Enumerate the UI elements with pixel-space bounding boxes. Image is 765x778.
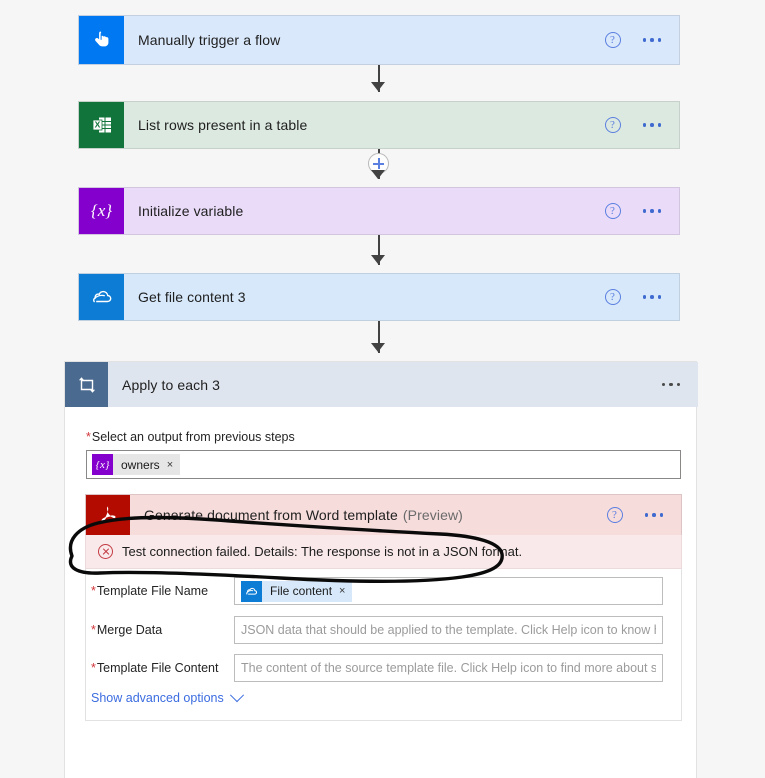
step-title: Initialize variable: [124, 188, 605, 234]
apply-to-each-header[interactable]: Apply to each 3: [65, 362, 698, 407]
show-advanced-options-link[interactable]: Show advanced options: [91, 688, 244, 705]
token-label: File content ×: [262, 581, 352, 602]
field-label-merge-data: *Merge Data: [86, 623, 234, 637]
select-output-input[interactable]: {x} owners ×: [86, 450, 681, 479]
card-actions: ?: [604, 16, 680, 64]
step-title: List rows present in a table: [124, 102, 605, 148]
card-actions: ?: [604, 274, 680, 320]
placeholder-text: The content of the source template file.…: [241, 661, 656, 675]
error-circle-x-icon: [98, 544, 113, 559]
onedrive-cloud-icon: [241, 580, 262, 602]
adobe-acrobat-icon: [86, 495, 130, 535]
token-label-text: File content: [270, 584, 333, 598]
step-card-get-file-content-3[interactable]: Get file content 3 ?: [78, 273, 680, 321]
error-banner: Test connection failed. Details: The res…: [85, 535, 682, 569]
help-icon[interactable]: ?: [604, 289, 621, 305]
card-actions: ?: [604, 188, 680, 234]
excel-icon: X: [79, 102, 124, 148]
step-card-list-rows-present-in-a-table[interactable]: X List rows present in a table ?: [78, 101, 680, 149]
variable-braces-icon: {x}: [79, 188, 124, 234]
svg-text:X: X: [94, 120, 100, 130]
step-title-text: Initialize variable: [138, 203, 244, 219]
apply-to-each-title-text: Apply to each 3: [122, 376, 221, 393]
variable-braces-icon: {x}: [92, 454, 113, 475]
more-menu-icon[interactable]: [641, 119, 664, 131]
action-title-text: Generate document from Word template: [144, 507, 398, 523]
step-title-text: List rows present in a table: [138, 117, 308, 133]
token-chip-owners[interactable]: {x} owners ×: [92, 454, 181, 475]
help-icon[interactable]: ?: [604, 32, 621, 48]
step-title-text: Get file content 3: [138, 289, 246, 305]
chevron-down-icon: [229, 688, 244, 703]
more-menu-icon[interactable]: [643, 509, 666, 521]
connector-arrow-icon: [371, 170, 385, 179]
loop-repeat-icon: [65, 362, 108, 407]
step-title: Get file content 3: [124, 274, 605, 320]
input-template-file-content[interactable]: The content of the source template file.…: [234, 654, 663, 682]
field-label-text: Template File Content: [96, 661, 219, 675]
input-merge-data[interactable]: JSON data that should be applied to the …: [234, 616, 663, 644]
field-label-template-file-content: *Template File Content: [86, 661, 234, 675]
more-menu-icon[interactable]: [641, 291, 664, 303]
help-icon[interactable]: ?: [606, 507, 623, 523]
step-card-initialize-variable[interactable]: {x} Initialize variable ?: [78, 187, 680, 235]
token-remove-icon[interactable]: ×: [167, 459, 173, 471]
action-card-generate-document-from-word-template[interactable]: Generate document from Word template (Pr…: [85, 494, 682, 535]
help-icon[interactable]: ?: [604, 117, 621, 133]
connector-arrow-icon: [371, 343, 385, 352]
select-output-field: *Select an output from previous steps {x…: [86, 430, 681, 479]
action-parameters-panel: *Template File Name File content × *Merg…: [85, 569, 682, 721]
more-menu-icon[interactable]: [641, 34, 664, 46]
token-label-text: owners: [121, 457, 160, 472]
tap-hand-icon: [79, 16, 124, 64]
field-row-template-file-content: *Template File Content The content of th…: [86, 654, 681, 682]
token-icon-glyph: {x}: [95, 458, 110, 471]
field-label-template-file-name: *Template File Name: [86, 584, 234, 598]
field-row-merge-data: *Merge Data JSON data that should be app…: [86, 616, 681, 644]
connector-arrow-icon: [371, 255, 385, 264]
field-label-text: Template File Name: [96, 584, 209, 598]
onedrive-cloud-icon: [79, 274, 124, 320]
token-label: owners ×: [113, 454, 180, 475]
step-title: Manually trigger a flow: [124, 16, 605, 64]
required-asterisk: *: [86, 430, 91, 444]
error-message-text: Test connection failed. Details: The res…: [122, 544, 523, 559]
token-chip-file-content[interactable]: File content ×: [241, 580, 353, 602]
show-advanced-options-label: Show advanced options: [91, 691, 224, 705]
action-title: Generate document from Word template (Pr…: [130, 495, 607, 535]
select-output-label: *Select an output from previous steps: [86, 430, 681, 444]
more-menu-icon[interactable]: [641, 205, 664, 217]
card-actions: [660, 362, 699, 407]
card-actions: ?: [604, 102, 680, 148]
token-remove-icon[interactable]: ×: [339, 585, 345, 597]
required-asterisk: *: [91, 584, 96, 598]
placeholder-text: JSON data that should be applied to the …: [241, 623, 656, 637]
input-template-file-name[interactable]: File content ×: [234, 577, 663, 605]
select-output-label-text: Select an output from previous steps: [91, 430, 295, 444]
step-card-manually-trigger-a-flow[interactable]: Manually trigger a flow ?: [78, 15, 680, 65]
apply-to-each-title: Apply to each 3: [108, 362, 660, 407]
more-menu-icon[interactable]: [660, 379, 683, 391]
flow-designer-canvas: Manually trigger a flow ? X List rows pr…: [0, 0, 765, 778]
required-asterisk: *: [91, 623, 96, 637]
field-label-text: Merge Data: [96, 623, 163, 637]
action-preview-badge: (Preview): [402, 507, 463, 523]
field-row-template-file-name: *Template File Name File content ×: [86, 577, 681, 605]
required-asterisk: *: [91, 661, 96, 675]
connector-arrow-icon: [371, 82, 385, 91]
card-actions: ?: [606, 495, 682, 535]
step-title-text: Manually trigger a flow: [138, 32, 281, 48]
help-icon[interactable]: ?: [604, 203, 621, 219]
